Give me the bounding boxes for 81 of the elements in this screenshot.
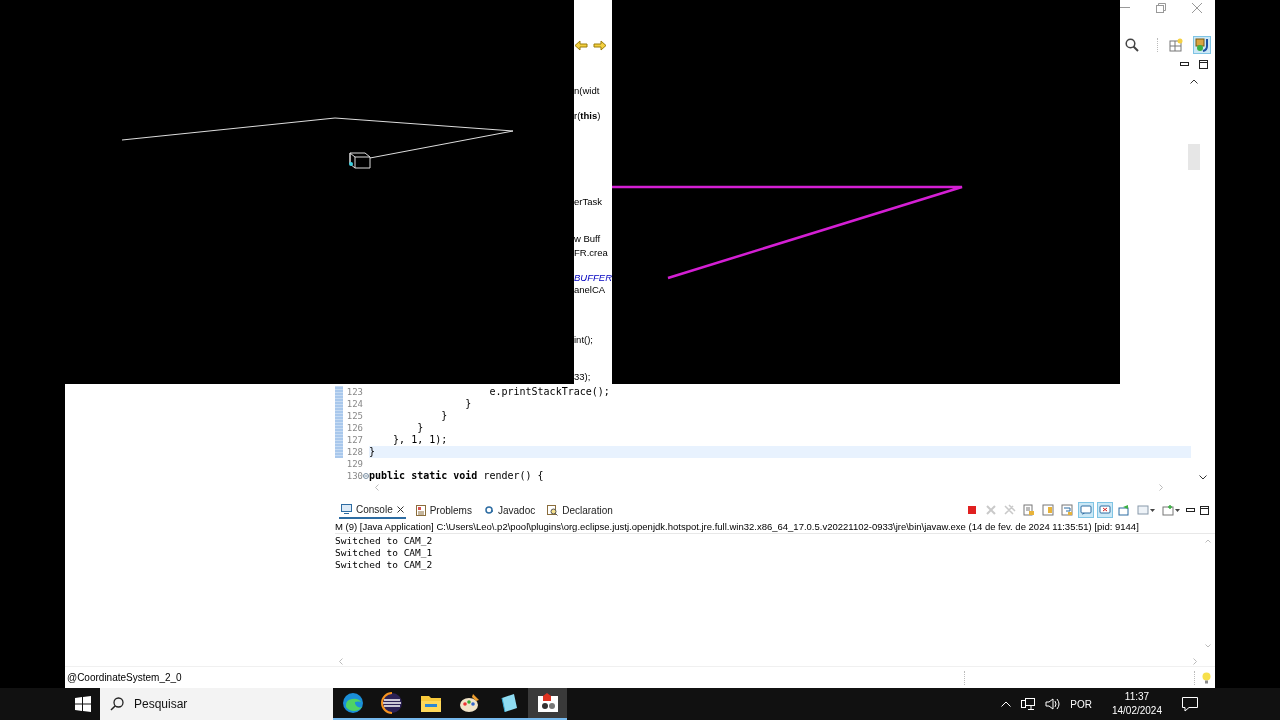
search-icon (110, 697, 124, 711)
scroll-down-icon[interactable] (1199, 475, 1207, 480)
caret-icon[interactable] (1150, 508, 1155, 512)
language-indicator[interactable]: POR (1070, 698, 1092, 710)
striped-circle-icon (380, 692, 403, 714)
line-number: 129 (345, 458, 363, 470)
maximize-view-icon[interactable] (1200, 505, 1209, 515)
grid-icon (1169, 38, 1183, 52)
open-console-button[interactable] (1161, 503, 1181, 517)
console-output-line: Switched to CAM_1 (335, 547, 434, 559)
line-number: 126 (345, 422, 363, 434)
search-icon[interactable] (1125, 38, 1139, 52)
palette-icon (458, 692, 481, 714)
window-icon (536, 692, 559, 714)
collapse-icon[interactable] (363, 473, 369, 479)
code-fragment: BUFFER (574, 271, 612, 284)
magnifier-page-icon (547, 504, 559, 516)
chevron-up-icon[interactable] (1001, 701, 1012, 707)
line-number: 124 (345, 398, 363, 410)
speaker-icon[interactable] (1045, 698, 1061, 710)
console-output-line: Switched to CAM_2 (335, 535, 434, 547)
notification-icon[interactable] (1182, 696, 1198, 712)
code-fragment: 33); (574, 370, 592, 384)
list-icon (415, 504, 426, 516)
maximize-view-icon[interactable] (1199, 59, 1208, 69)
code-line: } (416, 422, 424, 434)
code-line: public static void render() { (369, 470, 544, 482)
code-fragment: anelCA (574, 283, 607, 297)
code-line: } (440, 410, 448, 422)
caret-icon[interactable] (1175, 508, 1180, 512)
scroll-up-icon[interactable] (1190, 79, 1198, 84)
code-fragment: n(widt (574, 84, 601, 98)
line-number: 125 (345, 410, 363, 422)
back-arrow-icon[interactable] (574, 39, 588, 51)
network-icon[interactable] (1021, 697, 1036, 711)
terminate-icon (966, 504, 978, 516)
code-fragment: r(this) (574, 109, 602, 123)
folder-icon (419, 693, 442, 713)
forward-arrow-icon[interactable] (593, 39, 607, 51)
scrollbar-thumb[interactable] (1188, 144, 1200, 170)
monitor-icon (341, 504, 352, 514)
code-fragment: erTask (574, 195, 603, 209)
lightbulb-icon[interactable] (1202, 671, 1211, 684)
search-field[interactable]: Pesquisar (100, 688, 333, 720)
code-line: } (369, 446, 376, 458)
process-label: M (9) [Java Application] C:\Users\Leo\.p2\pool\plugins\org.eclipse.justj.openjdk.hotspot.jre.full.win32.x86_64_17.0.5.v20221102-0933\jre\bin\javaw.exe (14 de fev. de 2024 11:35:51) [pid: 9144] (335, 520, 1215, 534)
code-line: }, 1, 1); (392, 434, 448, 446)
view-tab[interactable]: Problems (413, 501, 474, 519)
close-tab-icon[interactable] (396, 505, 404, 513)
view-tab[interactable]: Console (339, 501, 406, 519)
close-icon[interactable] (1192, 3, 1202, 13)
code-line: } (464, 398, 472, 410)
display-button[interactable] (1136, 503, 1156, 517)
remove-all-icon (1004, 504, 1016, 516)
swirl-icon (341, 692, 364, 714)
minimize-view-icon[interactable] (1186, 508, 1195, 512)
tab-label: Javadoc (497, 504, 536, 516)
line-number: 127 (345, 434, 363, 446)
code-fragment: int(); (574, 333, 594, 347)
view-tab[interactable]: Javadoc (481, 501, 538, 519)
remove-icon (985, 504, 997, 516)
tab-label: Declaration (562, 504, 613, 516)
status-text: @CoordinateSystem_2_0 (67, 672, 182, 683)
console-output-line: Switched to CAM_2 (335, 559, 434, 571)
tab-label: Problems (429, 504, 472, 516)
line-number: 130 (345, 470, 363, 482)
line-number: 123 (345, 386, 363, 398)
tab-label: Console (356, 503, 393, 515)
view-tab[interactable]: Declaration (545, 501, 615, 519)
code-fragment: w Buff (574, 232, 602, 246)
minimize-icon[interactable] (1120, 7, 1130, 9)
clock[interactable]: 11:37 14/02/2024 (1111, 690, 1162, 718)
windows-logo-icon (75, 696, 91, 712)
taskbar-app-button[interactable] (528, 688, 567, 720)
code-line: e.printStackTrace(); (488, 386, 610, 398)
terminate-button[interactable] (965, 503, 979, 517)
code-fragment: FR.crea (574, 246, 609, 260)
minimize-view-icon[interactable] (1180, 62, 1189, 66)
line-number: 128 (345, 446, 363, 458)
perspective-button[interactable] (1167, 36, 1185, 54)
restore-icon[interactable] (1156, 3, 1166, 13)
